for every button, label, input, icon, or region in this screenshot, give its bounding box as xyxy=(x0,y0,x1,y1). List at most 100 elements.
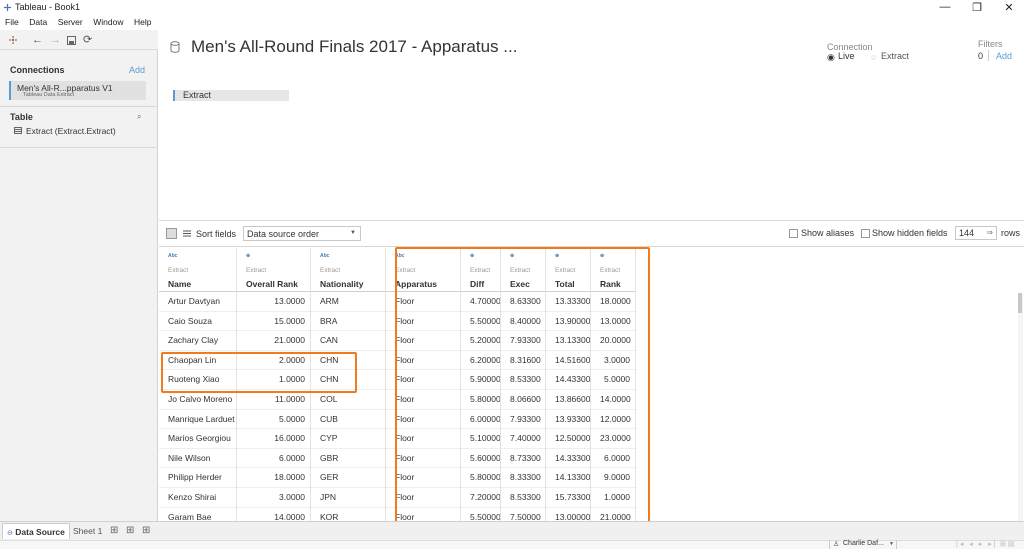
title-bar: Tableau - Book1 — ❐ ✕ xyxy=(0,0,1024,16)
table-cell: JPN xyxy=(311,488,386,508)
user-menu[interactable]: ♙ Charlie Daf... ▼ xyxy=(829,540,897,549)
maximize-button[interactable]: ❐ xyxy=(962,1,992,14)
list-view-icon[interactable] xyxy=(183,230,191,237)
show-aliases-checkbox[interactable] xyxy=(789,229,798,238)
menu-file[interactable]: File xyxy=(5,17,19,27)
grid-view-icon[interactable] xyxy=(166,228,177,239)
column-header[interactable]: Abc Extract Nationality xyxy=(311,248,386,292)
new-sheet-icon[interactable]: ⊞ xyxy=(110,525,118,536)
table-cell: ARM xyxy=(311,292,386,312)
new-dashboard-icon[interactable]: ⊞ xyxy=(126,525,134,536)
column-source: Extract xyxy=(246,267,267,274)
close-button[interactable]: ✕ xyxy=(994,1,1024,14)
table-cell: Marios Georgiou xyxy=(159,429,237,449)
minimize-button[interactable]: — xyxy=(930,1,960,13)
table-cell: GBR xyxy=(311,449,386,469)
table-cell: 3.0000 xyxy=(237,488,311,508)
table-title: Table xyxy=(10,112,33,122)
highlight-box-china-rows xyxy=(161,352,357,393)
datasource-title[interactable]: Men's All-Round Finals 2017 - Apparatus … xyxy=(191,37,517,57)
add-connection-link[interactable]: Add xyxy=(129,65,145,75)
new-story-icon[interactable]: ⊞ xyxy=(142,525,150,536)
back-arrow-icon[interactable]: ← xyxy=(32,34,43,46)
rows-value: 144 xyxy=(959,228,975,238)
table-cell: 16.0000 xyxy=(237,429,311,449)
string-type-icon[interactable]: Abc xyxy=(168,253,177,259)
vertical-scrollbar[interactable] xyxy=(1018,293,1023,521)
table-cell: Manrique Larduet xyxy=(159,410,237,430)
table-cell: Philipp Herder xyxy=(159,468,237,488)
search-icon[interactable]: ⌕ xyxy=(137,112,141,122)
table-cell: Artur Davtyan xyxy=(159,292,237,312)
string-type-icon[interactable]: Abc xyxy=(320,253,329,259)
forward-arrow-icon[interactable]: → xyxy=(50,34,61,46)
table-cell: Zachary Clay xyxy=(159,331,237,351)
rows-input[interactable]: 144 ⇒ xyxy=(955,226,997,240)
chevron-down-icon: ▼ xyxy=(889,541,894,547)
left-pane xyxy=(0,30,158,521)
table-cell: GER xyxy=(311,468,386,488)
connection-item[interactable]: Men's All-R...pparatus V1 Tableau Data E… xyxy=(9,81,146,100)
scrollbar-thumb[interactable] xyxy=(1018,293,1022,313)
live-label: Live xyxy=(838,51,855,61)
tableau-logo-icon xyxy=(3,3,12,12)
table-cell: CUB xyxy=(311,410,386,430)
filters-count: 0 xyxy=(978,51,984,61)
divider xyxy=(0,147,158,148)
refresh-icon[interactable]: ⟳ xyxy=(83,33,92,46)
table-cell: Caio Souza xyxy=(159,312,237,332)
tableau-start-icon[interactable] xyxy=(8,35,18,45)
tab-data-source[interactable]: ⊖ Data Source xyxy=(2,523,70,539)
show-hidden-label: Show hidden fields xyxy=(872,228,948,238)
show-hidden-checkbox[interactable] xyxy=(861,229,870,238)
connections-title: Connections xyxy=(10,65,65,75)
column-header[interactable]: ⊕ Extract Overall Rank xyxy=(237,248,311,292)
menu-window[interactable]: Window xyxy=(93,17,123,27)
table-cell: Nile Wilson xyxy=(159,449,237,469)
menu-help[interactable]: Help xyxy=(134,17,151,27)
show-aliases-label: Show aliases xyxy=(801,228,855,238)
column-name[interactable]: Nationality xyxy=(320,279,363,289)
column-header[interactable]: Abc Extract Name xyxy=(159,248,237,292)
table-cell: Kenzo Shirai xyxy=(159,488,237,508)
table-cell: Garam Bae xyxy=(159,508,237,521)
table-cell: KOR xyxy=(311,508,386,521)
sort-fields-dropdown[interactable]: Data source order ▼ xyxy=(243,226,361,241)
live-radio[interactable]: ◉ xyxy=(827,52,835,63)
table-cell: 5.0000 xyxy=(237,410,311,430)
canvas-table-label: Extract xyxy=(183,90,212,100)
number-type-icon[interactable]: ⊕ xyxy=(246,253,250,259)
menu-bar: File Data Server Window Help xyxy=(0,16,1024,29)
sort-fields-label: Sort fields xyxy=(196,229,237,239)
menu-data[interactable]: Data xyxy=(29,17,47,27)
canvas-table-box[interactable]: Extract xyxy=(173,90,289,101)
menu-server[interactable]: Server xyxy=(58,17,83,27)
chevron-down-icon: ▼ xyxy=(350,230,356,236)
view-toggle-icons[interactable]: ⊞ ▤ xyxy=(1000,540,1014,548)
table-cell: BRA xyxy=(311,312,386,332)
toolbar: ← → ⟳ xyxy=(0,30,158,50)
table-cell: CAN xyxy=(311,331,386,351)
sheet-navigation-arrows[interactable]: |◂ ◂ ▸ ▸| xyxy=(956,540,998,548)
filters-label: Filters xyxy=(978,39,1003,49)
save-icon[interactable] xyxy=(67,36,76,45)
table-icon xyxy=(14,127,22,134)
column-name[interactable]: Name xyxy=(168,279,191,289)
sort-fields-value: Data source order xyxy=(247,229,320,239)
tab-sheet1[interactable]: Sheet 1 xyxy=(69,523,106,539)
database-icon xyxy=(170,41,180,53)
tab-sheet1-label: Sheet 1 xyxy=(73,526,103,536)
extract-radio[interactable]: ○ xyxy=(871,52,876,62)
tab-data-source-label: Data Source xyxy=(15,527,65,537)
table-cell: 6.0000 xyxy=(237,449,311,469)
column-name[interactable]: Overall Rank xyxy=(246,279,298,289)
rows-label: rows xyxy=(1001,228,1021,238)
add-filter-link[interactable]: Add xyxy=(996,51,1012,61)
divider xyxy=(0,106,158,107)
user-name: Charlie Daf... xyxy=(843,540,884,547)
arrow-right-icon[interactable]: ⇒ xyxy=(986,228,993,237)
table-item[interactable]: Extract (Extract.Extract) xyxy=(26,126,116,136)
table-cell: 14.0000 xyxy=(237,508,311,521)
table-cell: 13.0000 xyxy=(237,292,311,312)
column-source: Extract xyxy=(168,267,189,274)
